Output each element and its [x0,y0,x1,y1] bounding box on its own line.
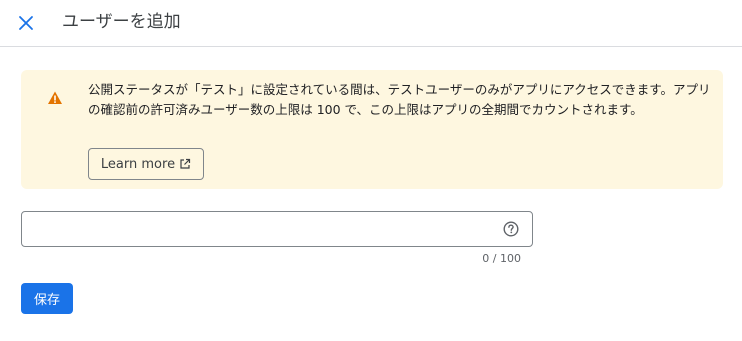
user-email-field[interactable] [21,211,533,247]
page-title: ユーザーを追加 [62,12,181,32]
help-icon[interactable] [503,221,519,237]
banner-message: 公開ステータスが「テスト」に設定されている間は、テストユーザーのみがアプリにアク… [88,82,711,117]
learn-more-button[interactable]: Learn more [88,148,204,180]
save-button[interactable]: 保存 [21,283,73,314]
learn-more-label: Learn more [100,156,176,172]
info-banner: 公開ステータスが「テスト」に設定されている間は、テストユーザーのみがアプリにアク… [21,70,723,189]
close-button[interactable] [12,9,40,37]
warning-icon [48,91,62,104]
character-counter: 0 / 100 [482,252,521,265]
external-link-icon [180,158,191,169]
dialog-header: ユーザーを追加 [0,0,742,47]
user-email-input[interactable] [32,212,492,246]
close-icon [19,16,33,30]
